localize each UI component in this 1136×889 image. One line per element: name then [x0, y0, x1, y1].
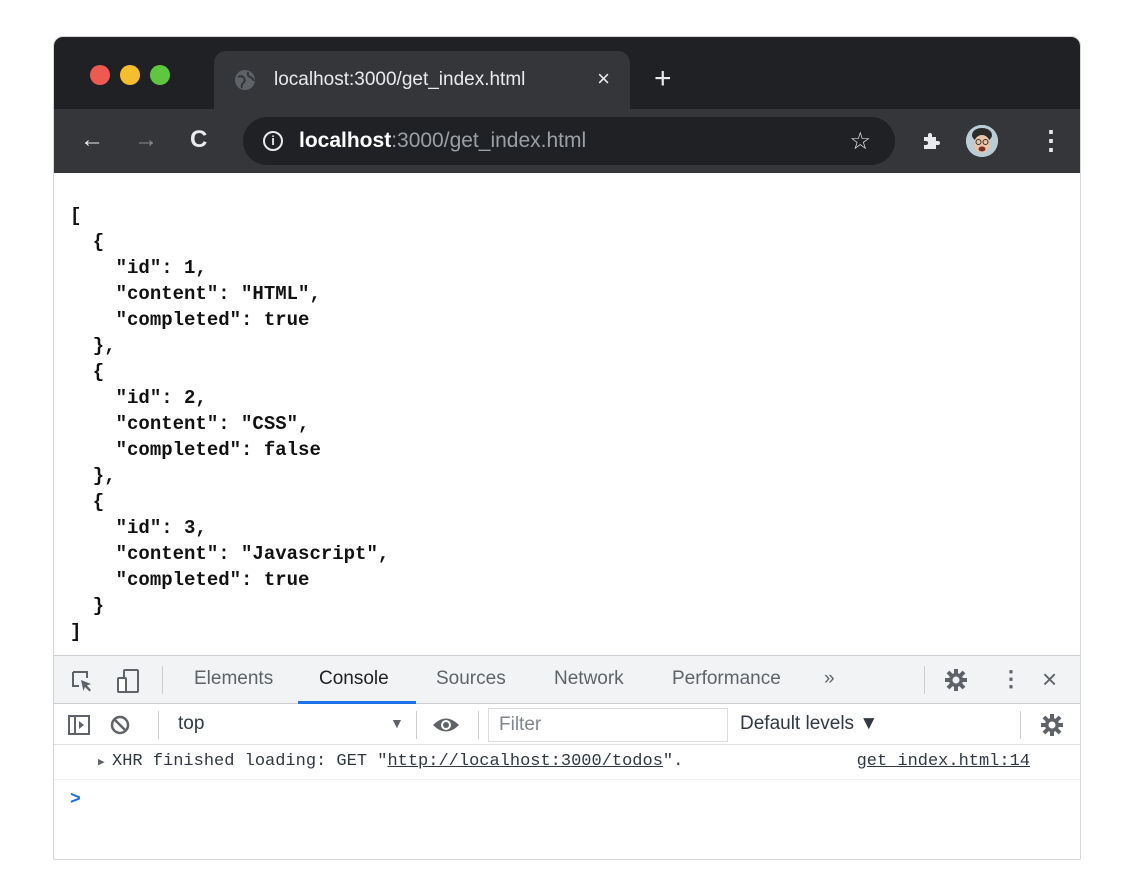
divider	[162, 666, 163, 694]
filter-input[interactable]	[489, 709, 727, 741]
page-content: [ { "id": 1, "content": "HTML", "complet…	[54, 173, 1080, 655]
settings-gear-icon[interactable]	[944, 668, 968, 692]
close-tab-icon[interactable]: ×	[597, 67, 610, 91]
eye-icon[interactable]	[432, 716, 460, 734]
tab-performance[interactable]: Performance	[672, 668, 781, 690]
filter-box	[488, 708, 728, 742]
log-levels-select[interactable]: Default levels ▼	[740, 713, 878, 735]
json-line: ]	[70, 621, 82, 643]
window-controls	[90, 65, 170, 85]
json-line: }	[70, 595, 105, 617]
log-suffix: ".	[662, 752, 684, 771]
browser-window: localhost:3000/get_index.html × + ← → C …	[53, 36, 1081, 860]
console-log-row[interactable]: ▶ XHR finished loading: GET "http://loca…	[54, 746, 1080, 780]
chevron-down-icon[interactable]: ▼	[390, 715, 404, 731]
console-toolbar: top ▼ Default levels ▼	[54, 705, 1080, 745]
console-settings-gear-icon[interactable]	[1040, 713, 1064, 737]
browser-tab[interactable]: localhost:3000/get_index.html ×	[214, 51, 630, 109]
url-host: localhost	[299, 129, 392, 152]
json-line: "completed": true	[70, 309, 310, 331]
divider	[478, 711, 479, 739]
info-icon[interactable]: i	[263, 131, 283, 151]
more-tabs-button[interactable]: »	[824, 668, 835, 690]
tab-sources[interactable]: Sources	[436, 668, 506, 690]
sidebar-toggle-icon[interactable]	[68, 715, 90, 735]
tab-elements[interactable]: Elements	[194, 668, 273, 690]
json-line: },	[70, 335, 116, 357]
minimize-window-button[interactable]	[120, 65, 140, 85]
json-line: "content": "CSS",	[70, 413, 310, 435]
json-line: "id": 1,	[70, 257, 207, 279]
console-prompt[interactable]: >	[70, 790, 81, 810]
expand-arrow-icon[interactable]: ▶	[98, 755, 105, 769]
context-select[interactable]: top	[178, 713, 204, 735]
inspect-element-icon[interactable]	[70, 669, 94, 693]
json-line: "completed": false	[70, 439, 321, 461]
json-line: "content": "HTML",	[70, 283, 321, 305]
zoom-window-button[interactable]	[150, 65, 170, 85]
json-line: [	[70, 205, 82, 227]
json-line: "content": "Javascript",	[70, 543, 390, 565]
tab-console[interactable]: Console	[319, 668, 389, 690]
clear-console-icon[interactable]	[110, 715, 130, 735]
json-line: {	[70, 491, 105, 513]
json-response: [ { "id": 1, "content": "HTML", "complet…	[70, 203, 1080, 645]
divider	[1020, 711, 1021, 739]
json-line: {	[70, 231, 105, 253]
browser-toolbar: ← → C i localhost:3000/get_index.html ☆ …	[54, 109, 1080, 173]
forward-icon[interactable]: →	[134, 127, 158, 153]
globe-icon	[235, 70, 255, 90]
url-text[interactable]: localhost:3000/get_index.html	[299, 129, 586, 153]
close-devtools-icon[interactable]: ×	[1042, 664, 1057, 695]
log-prefix: XHR finished loading: GET "	[112, 752, 388, 771]
log-url-link[interactable]: http://localhost:3000/todos	[387, 752, 662, 771]
close-window-button[interactable]	[90, 65, 110, 85]
back-icon[interactable]: ←	[80, 127, 104, 153]
profile-avatar[interactable]	[966, 125, 998, 157]
json-line: "id": 2,	[70, 387, 207, 409]
log-message: XHR finished loading: GET "http://localh…	[112, 752, 683, 771]
tab-strip: localhost:3000/get_index.html × +	[54, 37, 1080, 109]
reload-icon[interactable]: C	[190, 127, 207, 153]
tab-network[interactable]: Network	[554, 668, 624, 690]
new-tab-button[interactable]: +	[654, 64, 672, 94]
divider	[158, 711, 159, 739]
browser-menu-icon[interactable]: ⋮	[1038, 127, 1064, 153]
json-line: },	[70, 465, 116, 487]
extensions-puzzle-icon[interactable]	[920, 129, 944, 153]
bookmark-star-icon[interactable]: ☆	[849, 127, 871, 156]
active-tab-indicator	[298, 701, 416, 704]
avatar-image	[966, 125, 998, 157]
divider	[924, 666, 925, 694]
json-line: {	[70, 361, 105, 383]
devtools-tab-bar: Elements Console Sources Network Perform…	[54, 656, 1080, 704]
json-line: "id": 3,	[70, 517, 207, 539]
divider	[416, 711, 417, 739]
url-path: :3000/get_index.html	[391, 129, 587, 152]
device-toolbar-icon[interactable]	[116, 668, 140, 694]
address-bar[interactable]: i localhost:3000/get_index.html ☆	[243, 117, 895, 165]
devtools-menu-icon[interactable]: ⋮	[1000, 666, 1022, 692]
log-source-link[interactable]: get_index.html:14	[857, 752, 1030, 771]
devtools-panel: Elements Console Sources Network Perform…	[54, 655, 1080, 859]
tab-title: localhost:3000/get_index.html	[274, 69, 526, 90]
json-line: "completed": true	[70, 569, 310, 591]
